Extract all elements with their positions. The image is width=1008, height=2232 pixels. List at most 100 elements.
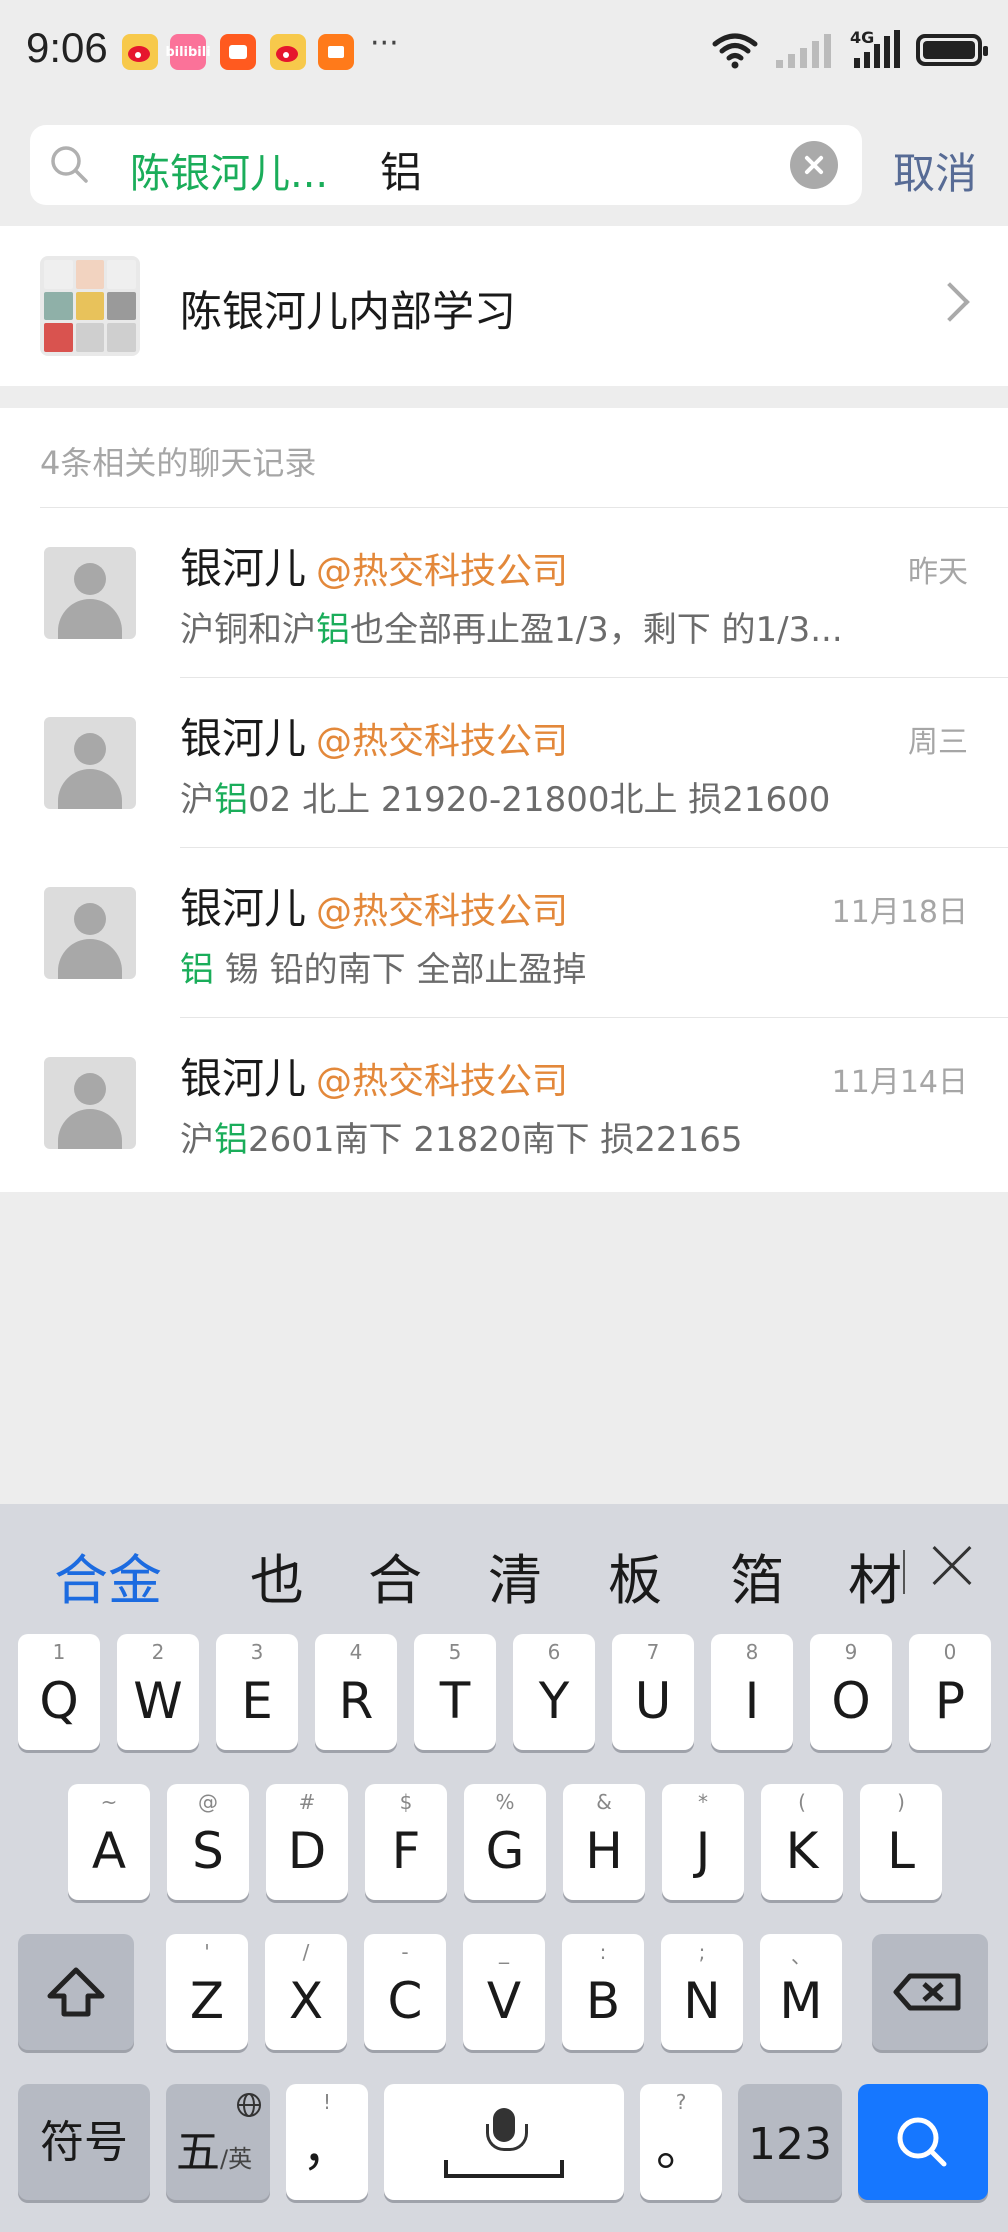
key-j[interactable]: * J [662, 1784, 744, 1900]
group-name: 陈银河儿内部学习 [180, 287, 517, 336]
key-a[interactable]: ~ A [68, 1784, 150, 1900]
key-g[interactable]: % G [464, 1784, 546, 1900]
chat-record-row[interactable]: 银河儿 @热交科技公司 11月14日 沪铝2601南下 21820南下 损2216… [0, 1017, 1008, 1187]
more-notifications-icon: ··· [370, 26, 399, 61]
period-key[interactable]: ? 。 [640, 2084, 722, 2200]
sender-name: 银河儿 [180, 884, 307, 933]
backspace-key[interactable] [872, 1934, 988, 2050]
shift-arrow-icon [47, 1967, 105, 2017]
search-input[interactable]: 铝 [380, 139, 422, 200]
weibo-icon-2 [270, 34, 306, 70]
close-candidates-icon[interactable] [930, 1544, 974, 1588]
sender-name: 银河儿 [180, 544, 307, 593]
candidate-word[interactable]: 清 [488, 1536, 542, 1615]
key-v[interactable]: _ V [463, 1934, 545, 2050]
key-l[interactable]: ) L [860, 1784, 942, 1900]
key-c[interactable]: -C [364, 1934, 446, 2050]
avatar [44, 547, 136, 639]
candidate-word[interactable]: 合 [368, 1536, 422, 1615]
key-u[interactable]: 7U [612, 1634, 694, 1750]
globe-icon [237, 2093, 261, 2117]
sender-line: 银河儿 @热交科技公司 [180, 705, 568, 766]
sender-org: @热交科技公司 [316, 721, 569, 762]
key-s[interactable]: @ S [167, 1784, 249, 1900]
space-key[interactable] [384, 2084, 624, 2200]
key-z[interactable]: ' Z [166, 1934, 248, 2050]
key-x[interactable]: / X [265, 1934, 347, 2050]
chat-record-row[interactable]: 银河儿 @热交科技公司 周三 沪铝02 北上 21920-21800北上 损216… [0, 677, 1008, 847]
key-m[interactable]: 、 M [760, 1934, 842, 2050]
key-w[interactable]: 2W [117, 1634, 199, 1750]
ime-keyboard: 合金 也 合 清 板 箔 材 1Q2W3E4R5T6Y7U8I9O0P ~ A @ S… [0, 1504, 1008, 2232]
weibo-icon [122, 34, 158, 70]
sender-line: 银河儿 @热交科技公司 [180, 535, 568, 596]
candidate-word[interactable]: 板 [608, 1536, 662, 1615]
language-switch-key[interactable]: 五/英 [166, 2084, 270, 2200]
search-bar[interactable]: 陈银河儿... 铝 [30, 125, 862, 205]
candidate-word[interactable]: 合金 [54, 1536, 162, 1615]
chevron-right-icon [930, 282, 970, 322]
cancel-button[interactable]: 取消 [893, 140, 977, 201]
backspace-icon [893, 1973, 961, 2011]
chat-record-results: 4条相关的聊天记录 银河儿 @热交科技公司 昨天 沪铜和沪铝也全部再止盈1/3，剩… [0, 408, 1008, 1192]
wifi-icon [712, 33, 758, 69]
key-i[interactable]: 8I [711, 1634, 793, 1750]
key-k[interactable]: (K [761, 1784, 843, 1900]
search-icon [897, 2117, 947, 2167]
key-q[interactable]: 1Q [18, 1634, 100, 1750]
key-e[interactable]: 3E [216, 1634, 298, 1750]
key-h[interactable]: & H [563, 1784, 645, 1900]
battery-icon [916, 34, 988, 66]
results-count-header: 4条相关的聊天记录 [40, 444, 317, 482]
search-key[interactable] [858, 2084, 988, 2200]
status-indicators: 4G [710, 28, 988, 72]
xianyu-icon [220, 34, 256, 70]
signal-icon-sim2: 4G [850, 28, 902, 70]
key-n[interactable]: ; N [661, 1934, 743, 2050]
bilibili-icon: bilibili [165, 34, 211, 70]
sender-line: 银河儿 @热交科技公司 [180, 1045, 568, 1106]
search-icon [51, 146, 88, 183]
candidate-bar: 合金 也 合 清 板 箔 材 [0, 1504, 1008, 1624]
status-time: 9:06 [26, 24, 108, 71]
clear-search-button[interactable] [790, 141, 838, 189]
message-time: 11月18日 [831, 895, 968, 930]
message-time: 11月14日 [831, 1065, 968, 1100]
avatar [44, 717, 136, 809]
message-time: 昨天 [908, 555, 968, 590]
numbers-key[interactable]: 123 [738, 2084, 842, 2200]
candidate-word[interactable]: 箔 [730, 1536, 784, 1615]
space-bar-icon [444, 2160, 564, 2178]
avatar [44, 1057, 136, 1149]
key-p[interactable]: 0P [909, 1634, 991, 1750]
comma-key[interactable]: ! ， [286, 2084, 368, 2200]
candidate-word[interactable]: 材 [848, 1536, 902, 1615]
chat-record-row[interactable]: 银河儿 @热交科技公司 昨天 沪铜和沪铝也全部再止盈1/3，剩下 的1/3... [0, 507, 1008, 677]
key-t[interactable]: 5T [414, 1634, 496, 1750]
message-time: 周三 [908, 725, 968, 760]
key-r[interactable]: 4R [315, 1634, 397, 1750]
symbols-key[interactable]: 符号 [18, 2084, 150, 2200]
message-snippet: 沪铝2601南下 21820南下 损22165 [180, 1120, 743, 1160]
key-o[interactable]: 9O [810, 1634, 892, 1750]
message-snippet: 沪铝02 北上 21920-21800北上 损21600 [180, 780, 831, 820]
shift-key[interactable] [18, 1934, 134, 2050]
key-y[interactable]: 6Y [513, 1634, 595, 1750]
group-chat-card[interactable]: 陈银河儿内部学习 [0, 226, 1008, 386]
sender-line: 银河儿 @热交科技公司 [180, 875, 568, 936]
message-snippet: 沪铜和沪铝也全部再止盈1/3，剩下 的1/3... [180, 610, 843, 650]
signal-icon-sim1 [776, 34, 831, 68]
sender-org: @热交科技公司 [316, 1061, 569, 1102]
sender-org: @热交科技公司 [316, 551, 569, 592]
candidate-word[interactable]: 也 [250, 1536, 304, 1615]
sender-org: @热交科技公司 [316, 891, 569, 932]
status-bar: 9:06 bilibili ··· 4G [0, 0, 1008, 110]
sender-name: 银河儿 [180, 1054, 307, 1103]
message-snippet: 铝 锡 铅的南下 全部止盈掉 [180, 950, 587, 990]
chat-record-row[interactable]: 银河儿 @热交科技公司 11月18日 铝 锡 铅的南下 全部止盈掉 [0, 847, 1008, 1017]
key-b[interactable]: :B [562, 1934, 644, 2050]
group-avatar [40, 256, 140, 356]
key-d[interactable]: # D [266, 1784, 348, 1900]
search-scope-chip[interactable]: 陈银河儿... [130, 141, 328, 199]
key-f[interactable]: $ F [365, 1784, 447, 1900]
